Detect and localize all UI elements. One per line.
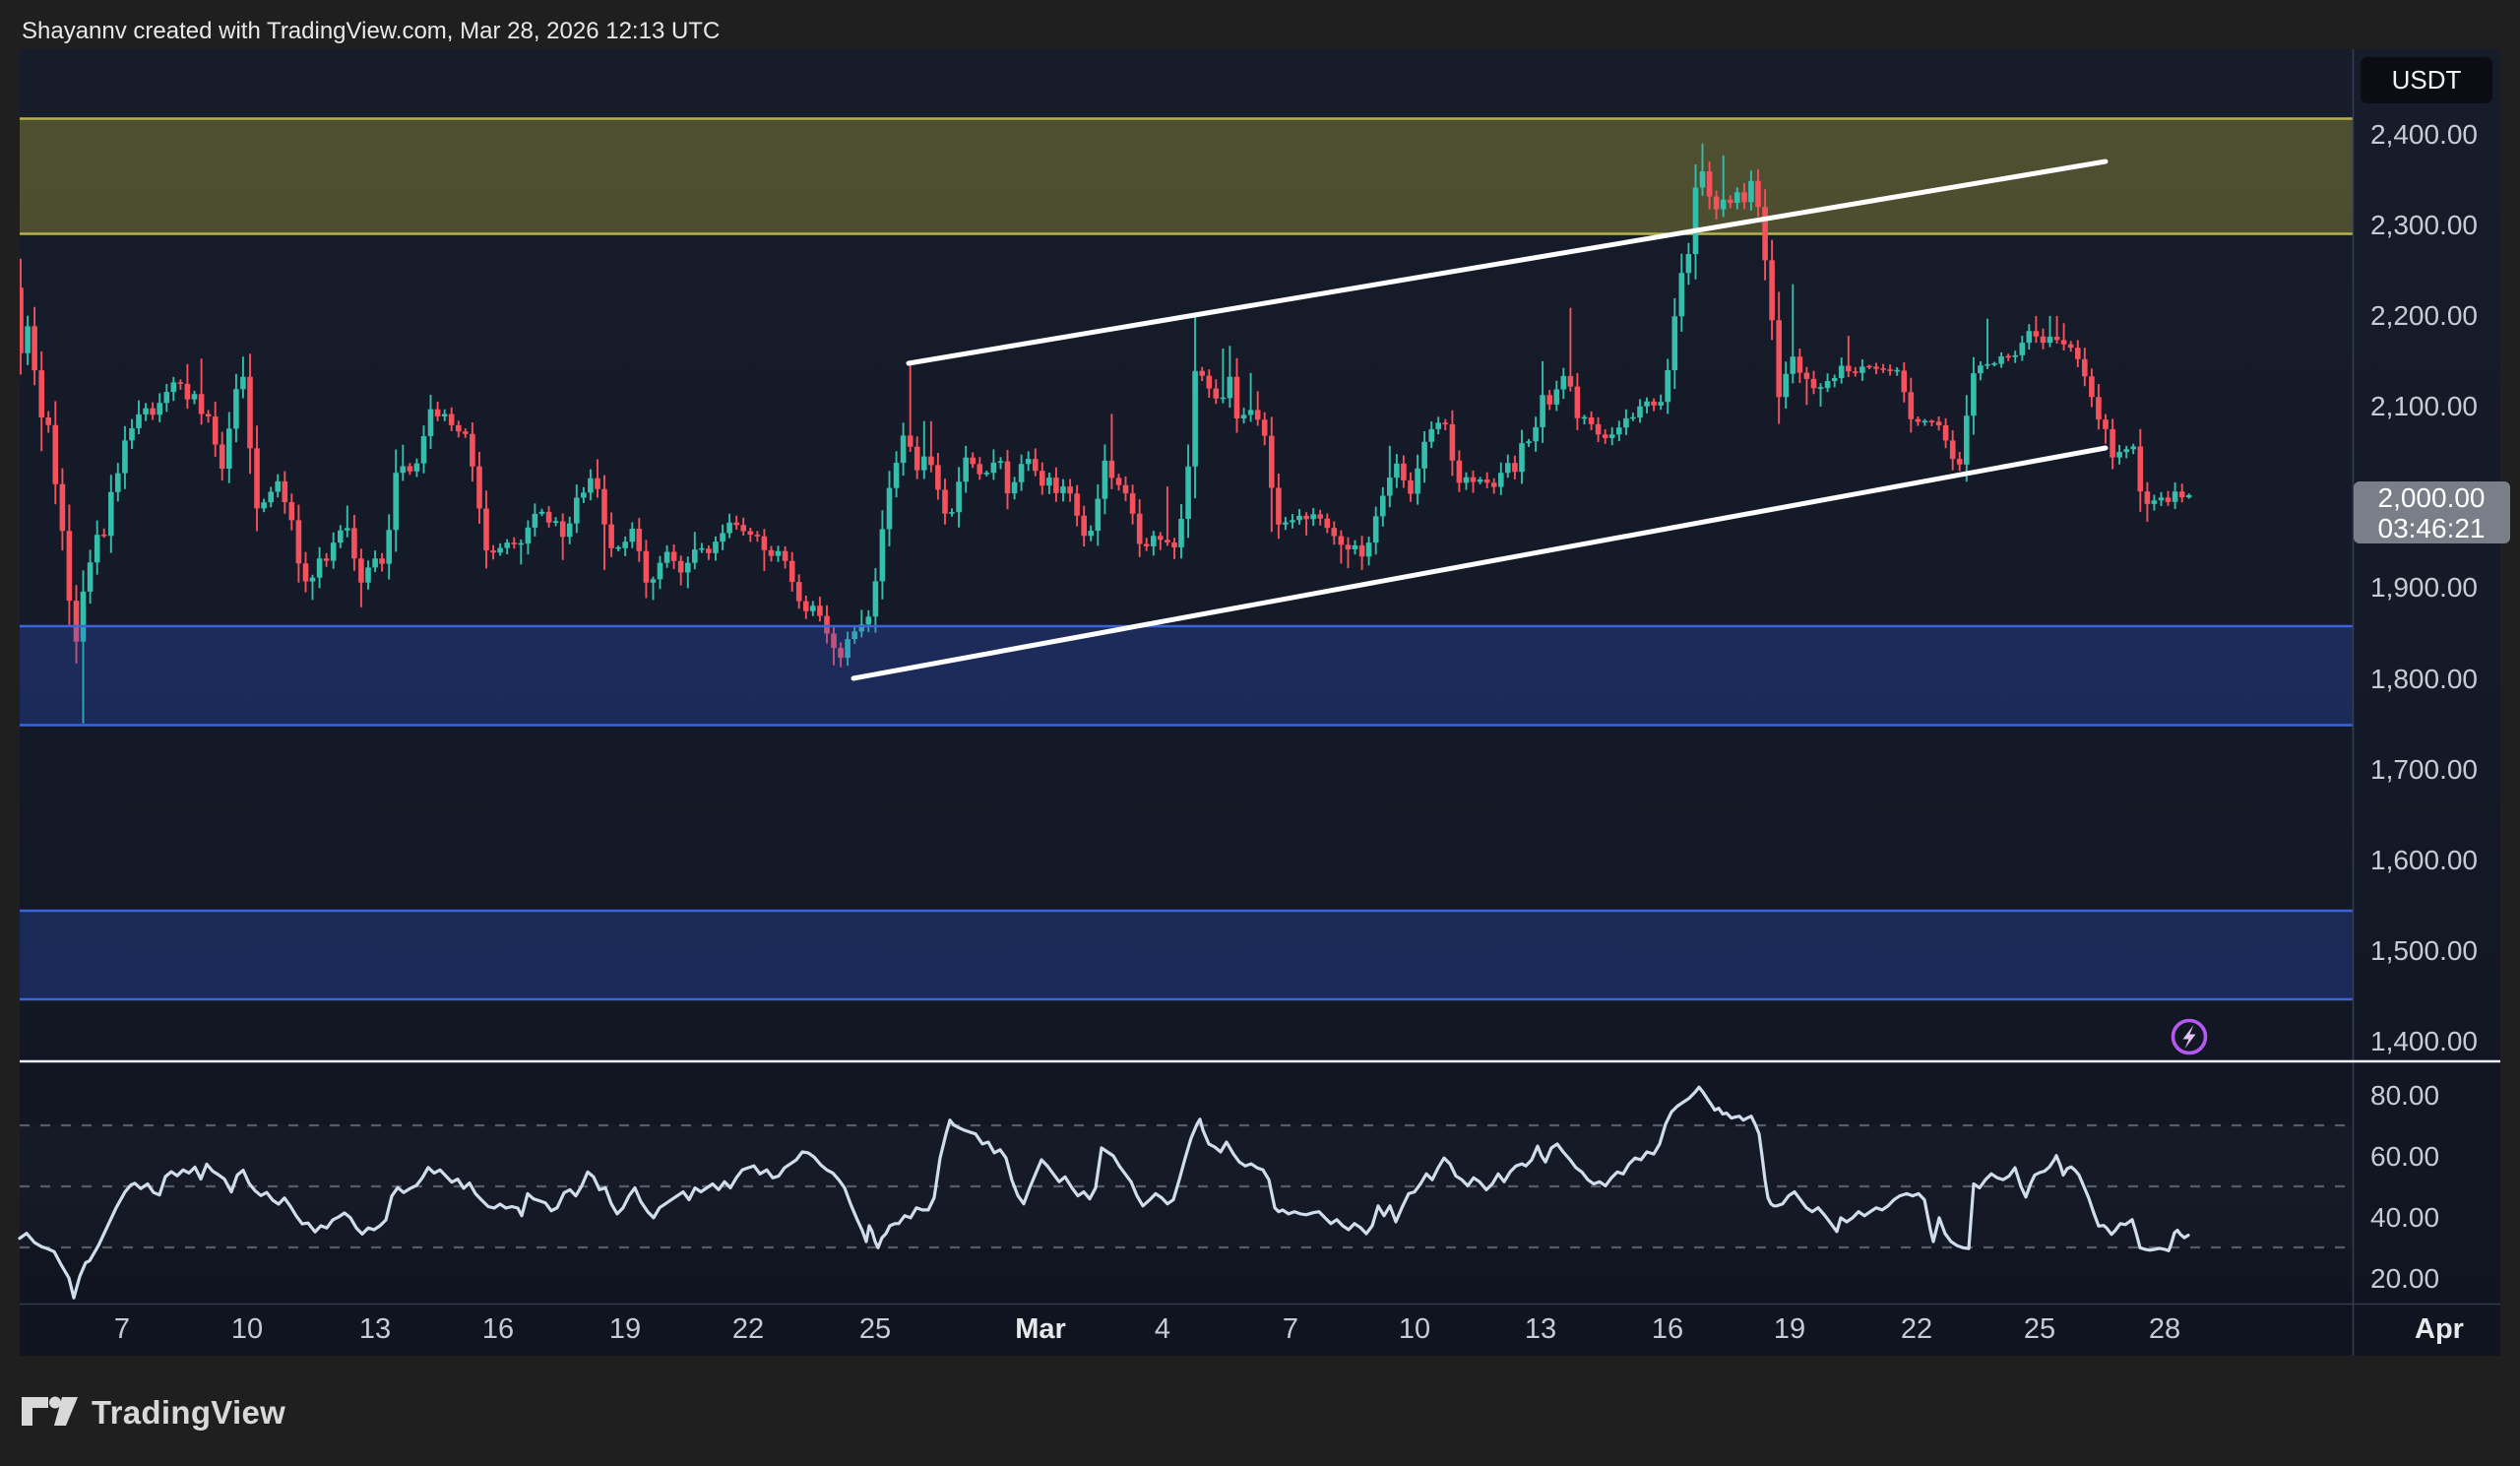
svg-text:10: 10 xyxy=(231,1313,263,1345)
svg-text:80.00: 80.00 xyxy=(2370,1080,2439,1111)
svg-text:20.00: 20.00 xyxy=(2370,1263,2439,1294)
svg-text:2,000.00: 2,000.00 xyxy=(2378,482,2486,513)
svg-text:03:46:21: 03:46:21 xyxy=(2378,513,2486,543)
svg-text:1,700.00: 1,700.00 xyxy=(2370,754,2478,785)
svg-text:4: 4 xyxy=(1155,1313,1170,1345)
svg-text:22: 22 xyxy=(732,1313,764,1345)
svg-text:1,400.00: 1,400.00 xyxy=(2370,1026,2478,1056)
svg-text:16: 16 xyxy=(482,1313,514,1345)
svg-text:13: 13 xyxy=(1525,1313,1556,1345)
svg-text:Apr: Apr xyxy=(2415,1313,2464,1345)
svg-text:2,300.00: 2,300.00 xyxy=(2370,210,2478,240)
svg-text:13: 13 xyxy=(359,1313,391,1345)
svg-text:19: 19 xyxy=(1774,1313,1805,1345)
svg-text:1,900.00: 1,900.00 xyxy=(2370,572,2478,603)
svg-text:Shayannv created with TradingV: Shayannv created with TradingView.com, M… xyxy=(22,18,720,44)
svg-text:60.00: 60.00 xyxy=(2370,1141,2439,1172)
svg-text:7: 7 xyxy=(114,1313,130,1345)
svg-text:40.00: 40.00 xyxy=(2370,1202,2439,1233)
svg-text:USDT: USDT xyxy=(2392,65,2462,95)
svg-text:Mar: Mar xyxy=(1015,1313,1066,1345)
svg-text:TradingView: TradingView xyxy=(92,1394,285,1431)
svg-text:25: 25 xyxy=(2024,1313,2055,1345)
svg-text:7: 7 xyxy=(1283,1313,1298,1345)
svg-text:1,600.00: 1,600.00 xyxy=(2370,845,2478,875)
svg-text:2,400.00: 2,400.00 xyxy=(2370,119,2478,150)
svg-text:28: 28 xyxy=(2149,1313,2180,1345)
svg-text:1,500.00: 1,500.00 xyxy=(2370,935,2478,966)
svg-text:19: 19 xyxy=(609,1313,641,1345)
svg-text:10: 10 xyxy=(1399,1313,1430,1345)
svg-text:2,100.00: 2,100.00 xyxy=(2370,391,2478,421)
svg-text:22: 22 xyxy=(1901,1313,1932,1345)
svg-text:16: 16 xyxy=(1652,1313,1683,1345)
svg-text:1,800.00: 1,800.00 xyxy=(2370,664,2478,694)
svg-text:2,200.00: 2,200.00 xyxy=(2370,300,2478,331)
svg-text:25: 25 xyxy=(859,1313,891,1345)
